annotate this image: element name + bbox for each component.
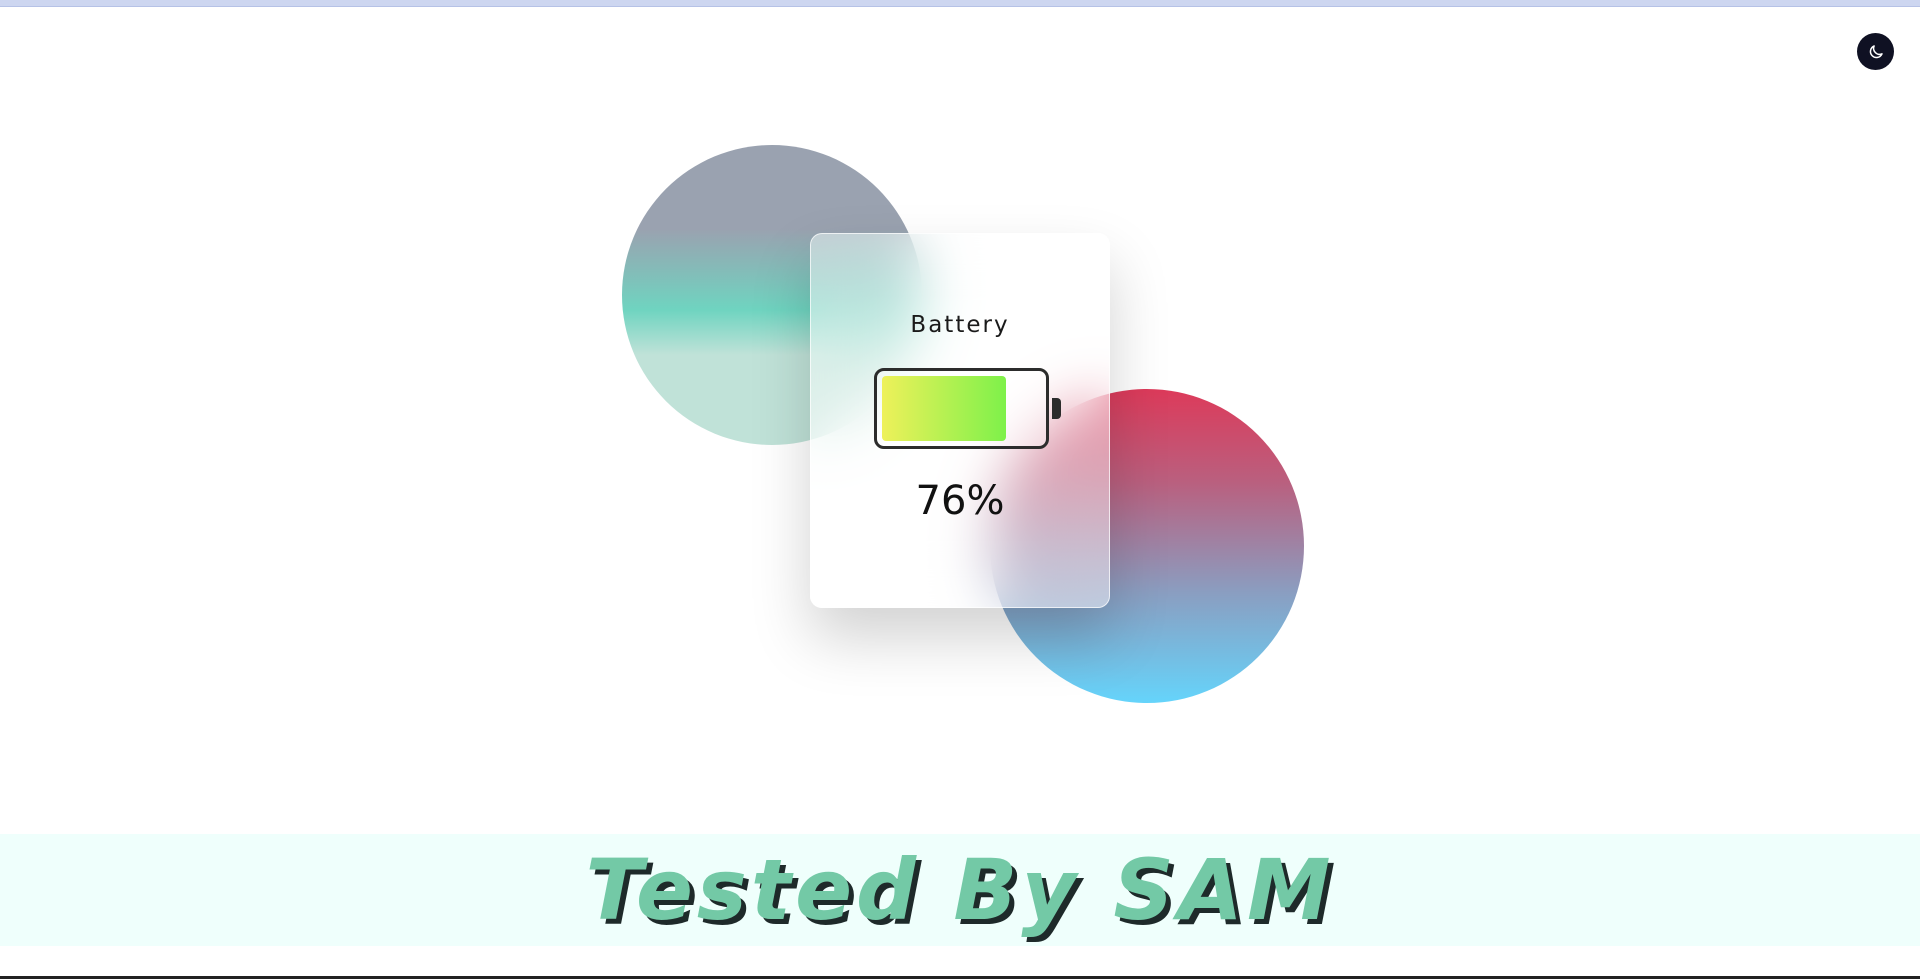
moon-icon [1869, 44, 1883, 58]
battery-body [874, 368, 1049, 449]
browser-top-strip [0, 0, 1920, 7]
card-title: Battery [910, 312, 1010, 338]
theme-toggle-button[interactable] [1857, 33, 1894, 70]
footer-banner: Tested By SAM [0, 834, 1920, 946]
battery-percentage: 76% [915, 478, 1005, 524]
footer-text: Tested By SAM [585, 841, 1335, 939]
battery-level-fill [882, 376, 1006, 441]
battery-card: Battery 76% [810, 233, 1110, 608]
battery-terminal [1052, 398, 1061, 419]
